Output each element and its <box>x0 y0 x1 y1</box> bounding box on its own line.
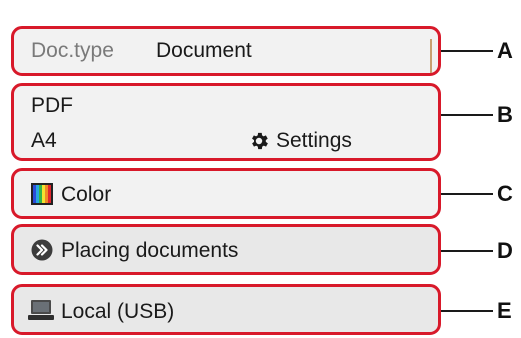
save-location-label: Local (USB) <box>61 300 175 323</box>
gear-icon <box>252 132 268 150</box>
placing-documents-row[interactable]: Placing documents <box>11 224 441 275</box>
callout-line-c <box>441 193 493 195</box>
callout-line-e <box>441 310 493 312</box>
save-location-row[interactable]: Local (USB) <box>11 284 441 335</box>
file-type-value: PDF <box>31 94 73 117</box>
color-row[interactable]: Color <box>11 168 441 219</box>
callout-label-d: D <box>497 238 513 263</box>
settings-label: Settings <box>276 129 352 152</box>
doc-type-value: Document <box>156 39 252 62</box>
color-palette-icon <box>31 183 53 205</box>
settings-button[interactable]: Settings <box>248 126 388 156</box>
placing-documents-label: Placing documents <box>61 239 239 262</box>
callout-label-a: A <box>497 38 513 63</box>
paper-size-value: A4 <box>31 129 57 152</box>
double-chevron-right-icon <box>31 239 53 261</box>
callout-label-c: C <box>497 181 513 206</box>
scroll-indicator <box>430 39 432 73</box>
callout-line-a <box>441 50 493 52</box>
format-row[interactable]: PDF A4 Settings <box>11 83 441 161</box>
callout-line-d <box>441 250 493 252</box>
callout-label-e: E <box>497 298 512 323</box>
callout-label-b: B <box>497 102 513 127</box>
computer-icon <box>28 300 54 320</box>
doc-type-row[interactable]: Doc.type Document <box>11 26 441 76</box>
color-label: Color <box>61 183 112 206</box>
doc-type-label: Doc.type <box>31 39 114 62</box>
callout-line-b <box>441 114 493 116</box>
